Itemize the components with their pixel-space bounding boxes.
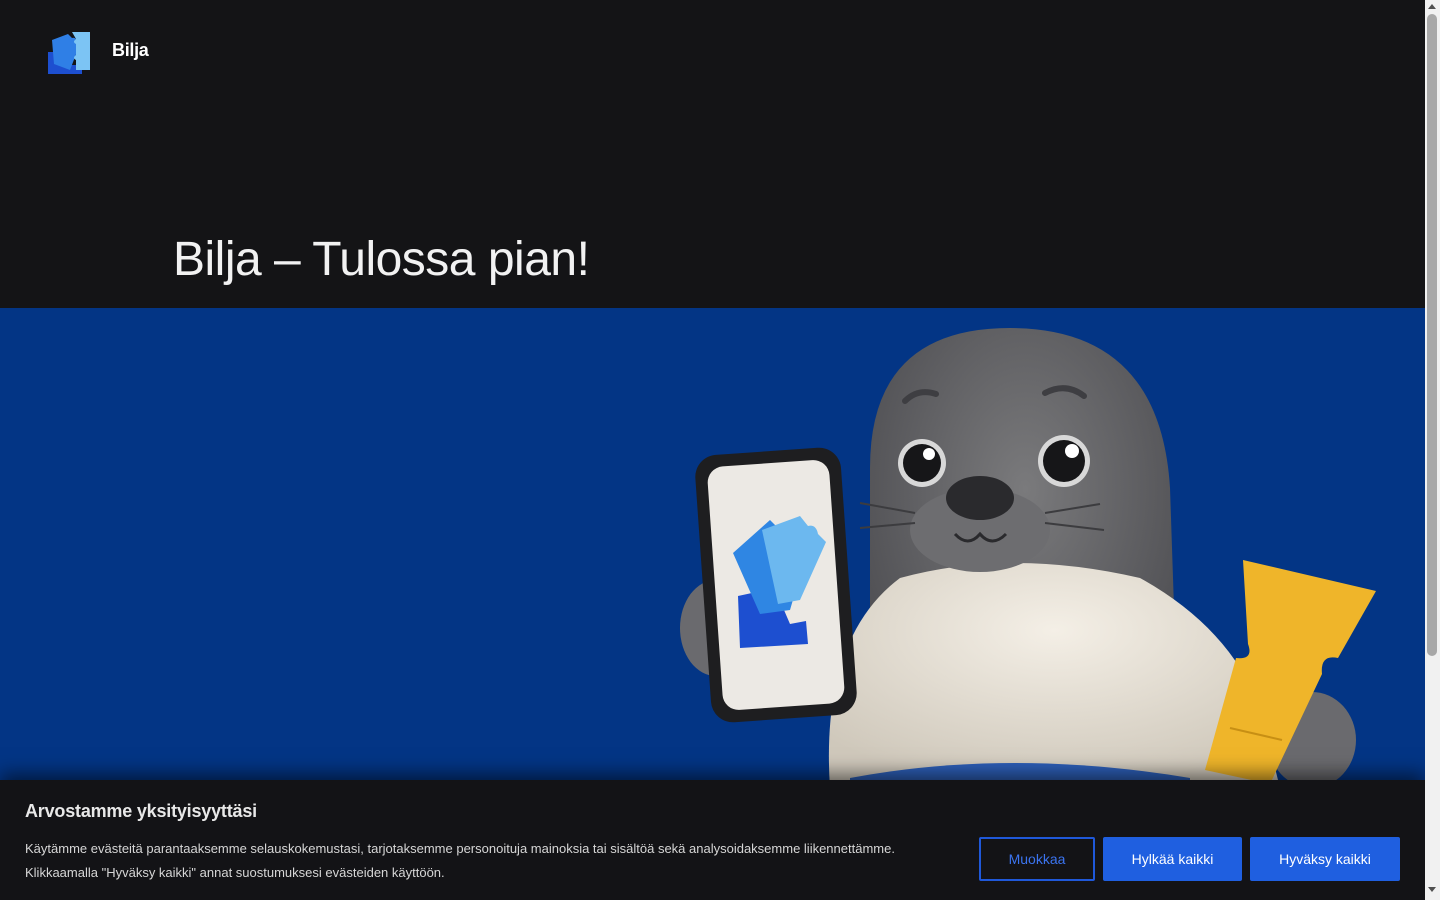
cookie-text-line: Klikkaamalla "Hyväksy kaikki" annat suos… — [25, 865, 445, 880]
scrollbar-thumb[interactable] — [1427, 14, 1437, 656]
hero-banner — [0, 308, 1425, 788]
seal-mascot-illustration — [680, 328, 1376, 788]
page-scrollbar[interactable] — [1425, 0, 1440, 900]
cookie-banner-text: Käytämme evästeitä parantaaksemme selaus… — [25, 837, 945, 885]
scroll-down-arrow-icon[interactable] — [1428, 887, 1436, 892]
reject-all-button[interactable]: Hylkää kaikki — [1103, 837, 1242, 881]
accept-all-button[interactable]: Hyväksy kaikki — [1250, 837, 1400, 881]
brand-name[interactable]: Bilja — [112, 40, 149, 61]
site-header: Bilja — [0, 0, 1425, 100]
page: Bilja Bilja – Tulossa pian! Arvostamme y… — [0, 0, 1425, 900]
cookie-text-line: Käytämme evästeitä parantaaksemme selaus… — [25, 841, 895, 856]
customize-cookies-button[interactable]: Muokkaa — [979, 837, 1095, 881]
cookie-banner-title: Arvostamme yksityisyyttäsi — [25, 801, 257, 821]
cookie-consent-banner: Arvostamme yksityisyyttäsi Käytämme eväs… — [0, 780, 1425, 900]
page-title: Bilja – Tulossa pian! — [173, 233, 590, 286]
scroll-up-arrow-icon[interactable] — [1428, 4, 1436, 9]
ticket-puzzle-logo-icon[interactable] — [46, 30, 92, 74]
